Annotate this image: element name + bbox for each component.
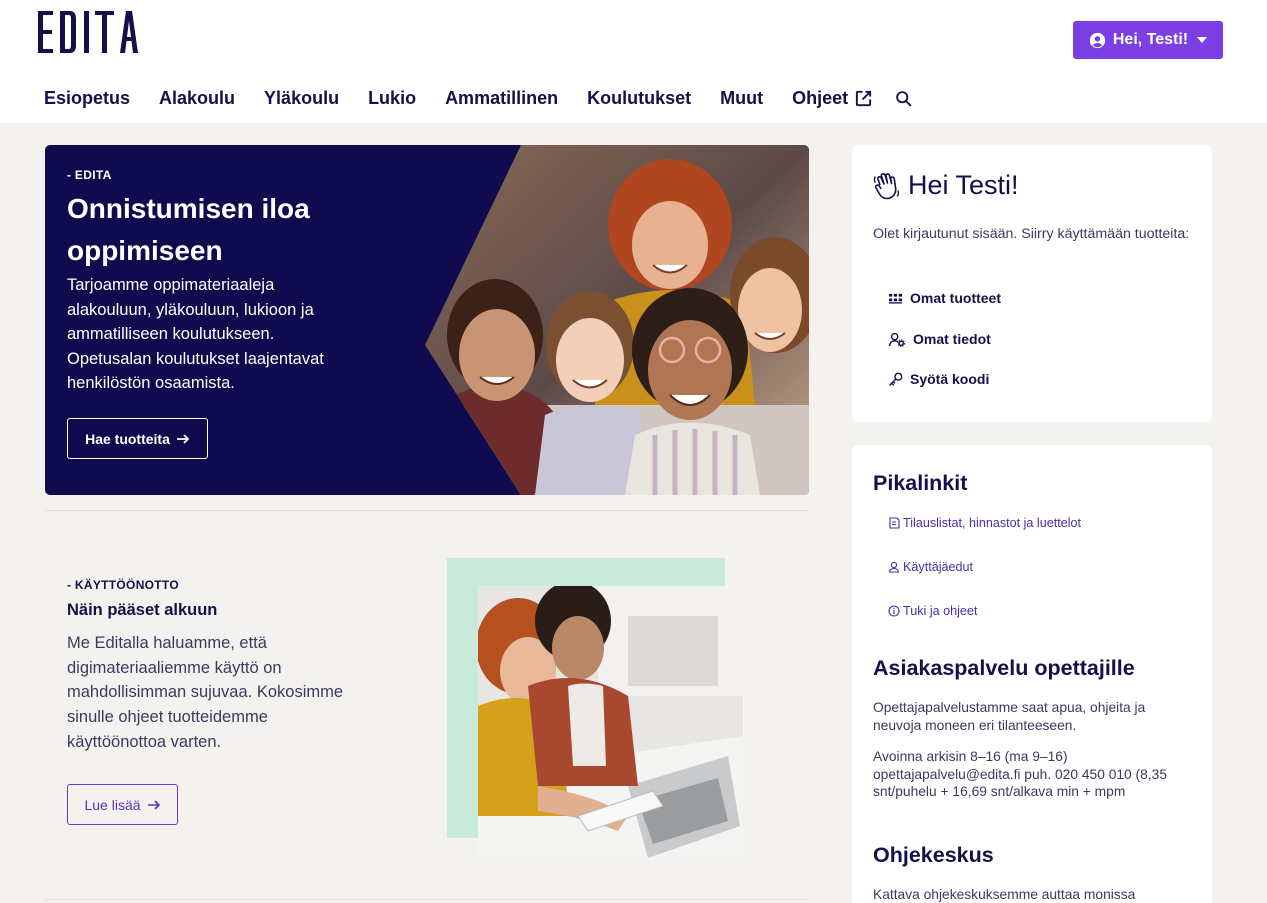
section-description: Me Editalla haluamme, että digimateriaal…	[67, 634, 344, 751]
section-divider	[45, 510, 809, 511]
ohjekeskus-title: Ohjekeskus	[873, 843, 994, 867]
hero-banner: - EDITA Onnistumisen iloa oppimiseen Tar…	[45, 145, 809, 495]
user-menu-label: Hei, Testi!	[1112, 31, 1189, 48]
link-kayttajaedut-label: Käyttäjäedut	[903, 560, 974, 574]
user-settings-icon	[888, 332, 905, 347]
hero-photo-students	[425, 145, 809, 495]
section-title: Näin pääset alkuun	[67, 601, 218, 619]
grid-icon	[888, 293, 902, 304]
user-menu-button[interactable]: Hei, Testi!	[1073, 21, 1223, 59]
link-omat-tuotteet-label: Omat tuotteet	[910, 290, 1001, 306]
pikalinkit-title: Pikalinkit	[873, 471, 968, 495]
edita-logo[interactable]	[36, 9, 140, 55]
nav-item-muut[interactable]: Muut	[720, 88, 763, 109]
hero-kicker: - EDITA	[67, 168, 112, 182]
asiakaspalvelu-title: Asiakaspalvelu opettajille	[873, 656, 1135, 680]
info-icon	[888, 605, 900, 617]
chevron-down-icon	[1197, 37, 1208, 43]
external-link-icon	[856, 90, 872, 106]
user-circle-icon	[1089, 32, 1106, 48]
nav-item-esiopetus[interactable]: Esiopetus	[44, 88, 130, 109]
account-card: Hei Testi! Olet kirjautunut sisään. Siir…	[852, 145, 1212, 422]
hero-description: Tarjoamme oppimateriaaleja alakouluun, y…	[67, 276, 324, 392]
nav-item-lukio[interactable]: Lukio	[368, 88, 416, 109]
link-omat-tiedot[interactable]: Omat tiedot	[888, 331, 991, 347]
asiakaspalvelu-hours: Avoinna arkisin 8–16 (ma 9–16) opettajap…	[873, 749, 1167, 799]
students-laptop-photo	[478, 586, 743, 858]
site-header: Hei, Testi! Esiopetus Alakoulu Yläkoulu …	[0, 0, 1267, 123]
link-syota-koodi[interactable]: Syötä koodi	[888, 371, 989, 387]
user-badge-icon	[888, 561, 900, 573]
ohjekeskus-text: Kattava ohjekeskuksemme auttaa monissa	[873, 887, 1136, 902]
account-title: Hei Testi!	[908, 170, 1019, 200]
link-omat-tuotteet[interactable]: Omat tuotteet	[888, 290, 1001, 306]
link-tilauslistat-label: Tilauslistat, hinnastot ja luettelot	[903, 516, 1082, 530]
quicklinks-card: Pikalinkit Tilauslistat, hinnastot ja lu…	[852, 445, 1212, 903]
account-intro: Olet kirjautunut sisään. Siirry käyttämä…	[873, 226, 1190, 242]
nav-item-ammatillinen[interactable]: Ammatillinen	[445, 88, 558, 109]
asiakaspalvelu-text: Opettajapalvelustamme saat apua, ohjeita…	[873, 700, 1146, 733]
link-tuki-ja-ohjeet-label: Tuki ja ohjeet	[903, 604, 978, 618]
lue-lisaa-button[interactable]: Lue lisää	[67, 784, 178, 825]
search-icon[interactable]	[895, 88, 915, 108]
arrow-right-icon	[147, 799, 160, 810]
account-greeting: Hei Testi!	[872, 170, 1019, 201]
main-nav: Esiopetus Alakoulu Yläkoulu Lukio Ammati…	[44, 86, 915, 110]
hae-tuotteita-label: Hae tuotteita	[85, 430, 170, 447]
nav-item-ylakoulu[interactable]: Yläkoulu	[264, 88, 339, 109]
nav-item-koulutukset[interactable]: Koulutukset	[587, 88, 691, 109]
link-tuki-ja-ohjeet[interactable]: Tuki ja ohjeet	[888, 604, 977, 618]
link-omat-tiedot-label: Omat tiedot	[913, 331, 991, 347]
link-syota-koodi-label: Syötä koodi	[910, 371, 990, 387]
arrow-right-icon	[176, 433, 190, 444]
key-icon	[889, 372, 903, 386]
nav-ohjeet-label: Ohjeet	[792, 87, 849, 108]
link-tilauslistat[interactable]: Tilauslistat, hinnastot ja luettelot	[888, 516, 1081, 530]
waving-hand-icon	[873, 172, 900, 199]
nav-item-alakoulu[interactable]: Alakoulu	[159, 88, 235, 109]
document-icon	[889, 517, 900, 529]
nav-item-ohjeet[interactable]: Ohjeet	[792, 88, 873, 109]
hae-tuotteita-button[interactable]: Hae tuotteita	[67, 418, 208, 459]
link-kayttajaedut[interactable]: Käyttäjäedut	[888, 560, 973, 574]
section-kicker: - KÄYTTÖÖNOTTO	[67, 578, 179, 592]
hero-title: Onnistumisen iloa oppimiseen	[67, 193, 310, 266]
lue-lisaa-label: Lue lisää	[84, 796, 141, 813]
section-divider-bottom	[45, 899, 809, 900]
